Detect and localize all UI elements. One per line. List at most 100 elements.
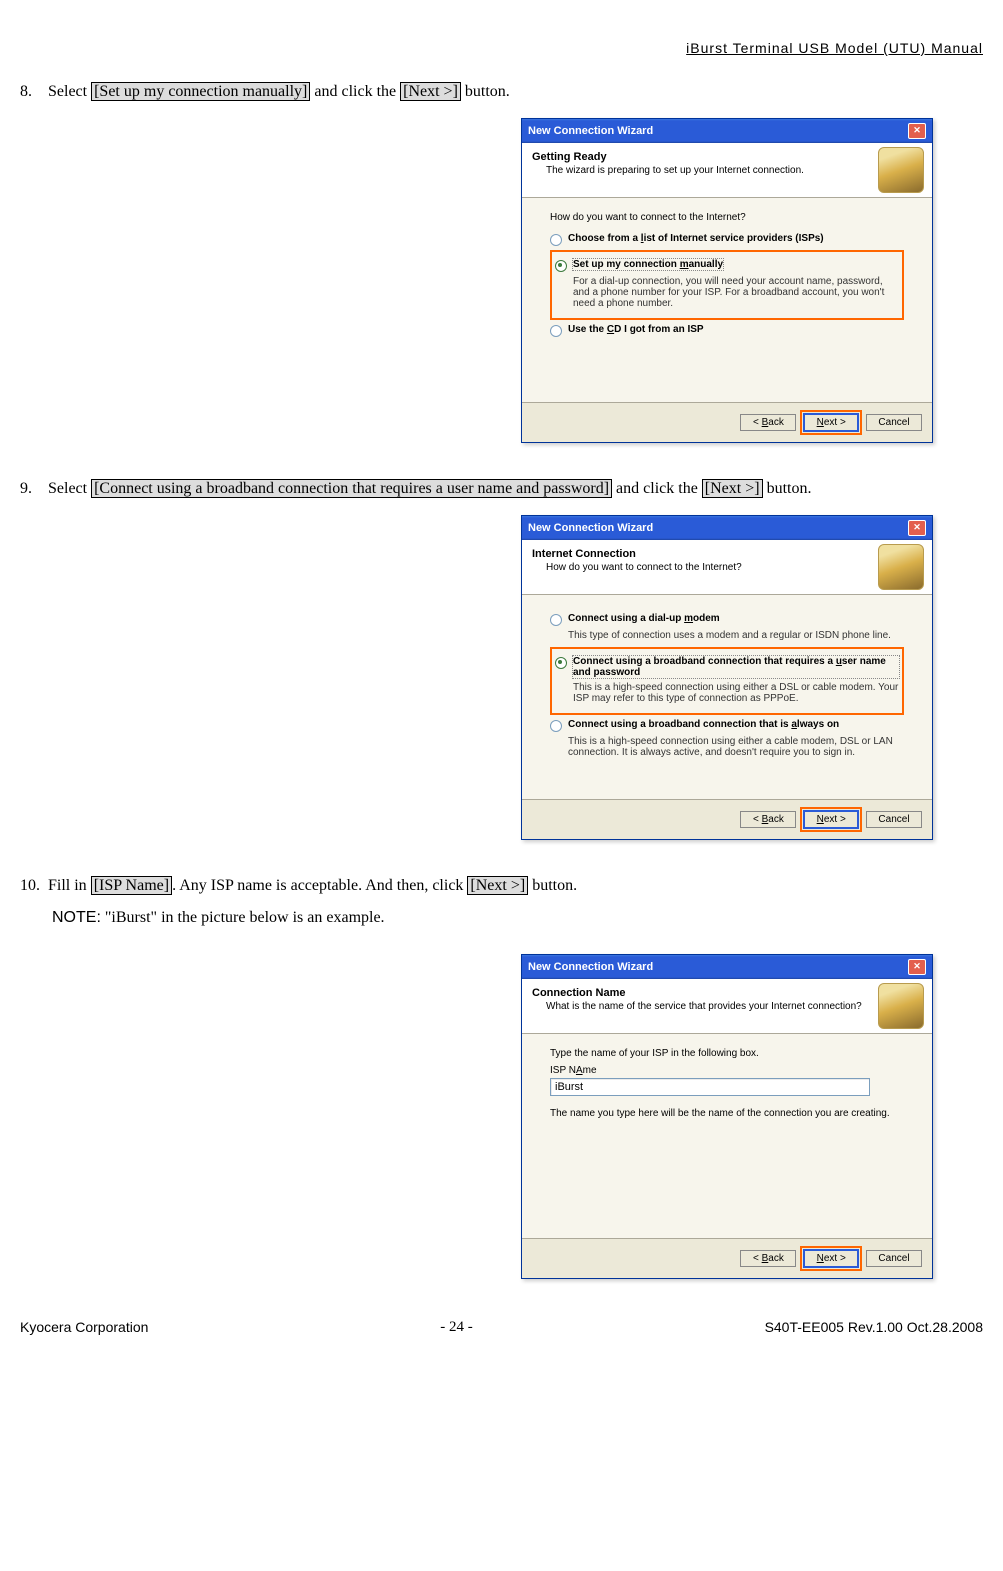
wizard-1: New Connection Wizard ✕ Getting Ready Th… (521, 118, 933, 443)
footer-left: Kyocera Corporation (20, 1319, 148, 1336)
wizard-title: New Connection Wizard (528, 522, 653, 534)
wizard-question: How do you want to connect to the Intern… (550, 212, 904, 223)
step-10: 10.Fill in [ISP Name]. Any ISP name is a… (20, 870, 983, 1279)
step9-highlight1: [Connect using a broadband connection th… (91, 479, 612, 498)
radio-always-on[interactable]: Connect using a broadband connection tha… (550, 719, 904, 732)
step9-text2: and click the (612, 480, 702, 497)
step8-highlight1: [Set up my connection manually] (91, 82, 310, 101)
radio-broadband-login[interactable]: Connect using a broadband connection tha… (555, 656, 899, 678)
wizard-body: Type the name of your ISP in the followi… (522, 1034, 932, 1238)
step8-text3: button. (461, 83, 510, 100)
wizard-title: New Connection Wizard (528, 961, 653, 973)
step-8: 8.Select [Set up my connection manually]… (20, 76, 983, 443)
opt2-u: m (680, 259, 689, 270)
note-label: NOTE: (52, 909, 101, 926)
radio-icon (550, 720, 562, 732)
radio-cd[interactable]: Use the CD I got from an ISP (550, 324, 904, 337)
wizard-2: New Connection Wizard ✕ Internet Connect… (521, 515, 933, 840)
wizard-footer: < Back Next > Cancel (522, 1238, 932, 1278)
step8-text1: Select (48, 83, 91, 100)
wizard-footer: < Back Next > Cancel (522, 402, 932, 442)
step9-highlight2: [Next >] (702, 479, 763, 498)
highlight-broadband-option: Connect using a broadband connection tha… (550, 647, 904, 715)
radio-broadband-login-desc: This is a high-speed connection using ei… (573, 682, 899, 704)
wizard-titlebar: New Connection Wizard ✕ (522, 516, 932, 540)
note-text: "iBurst" in the picture below is an exam… (101, 909, 385, 926)
step-9: 9.Select [Connect using a broadband conn… (20, 473, 983, 840)
step9-text1: Select (48, 480, 91, 497)
radio-icon (555, 657, 567, 669)
wizard-header: Connection Name What is the name of the … (522, 979, 932, 1034)
step10-highlight1: [ISP Name] (91, 876, 172, 895)
wizard-step-subtitle: The wizard is preparing to set up your I… (546, 165, 922, 176)
radio-icon (555, 260, 567, 272)
wizard-header-icon (878, 983, 924, 1029)
wizard-titlebar: New Connection Wizard ✕ (522, 119, 932, 143)
step-number: 10. (20, 870, 48, 902)
opt2-a: Connect using a broadband connection tha… (573, 656, 836, 667)
isp-prompt: Type the name of your ISP in the followi… (550, 1048, 904, 1059)
cancel-button[interactable]: Cancel (866, 1250, 922, 1267)
opt1-b: odem (693, 613, 720, 624)
wizard-step-subtitle: How do you want to connect to the Intern… (546, 562, 922, 573)
radio-isp-list[interactable]: Choose from a list of Internet service p… (550, 233, 904, 246)
page-number: - 24 - (440, 1319, 473, 1336)
step8-highlight2: [Next >] (400, 82, 461, 101)
radio-icon (550, 325, 562, 337)
isp-name-label: ISP NAme (550, 1065, 904, 1076)
step9-text3: button. (763, 480, 812, 497)
footer-right: S40T-EE005 Rev.1.00 Oct.28.2008 (765, 1319, 983, 1336)
step-number: 9. (20, 473, 48, 505)
radio-icon (550, 614, 562, 626)
radio-icon (550, 234, 562, 246)
page-footer: Kyocera Corporation - 24 - S40T-EE005 Re… (20, 1319, 983, 1336)
wizard-body: How do you want to connect to the Intern… (522, 198, 932, 402)
opt1-b: ist of Internet service providers (ISPs) (644, 233, 824, 244)
back-button[interactable]: < Back (740, 414, 796, 431)
back-button[interactable]: < Back (740, 811, 796, 828)
opt3-b: lways on (797, 719, 839, 730)
highlight-manual-option: Set up my connection manually For a dial… (550, 250, 904, 320)
next-button[interactable]: Next > (803, 810, 859, 829)
radio-manual[interactable]: Set up my connection manually (555, 259, 899, 272)
radio-dialup-desc: This type of connection uses a modem and… (568, 630, 904, 641)
wizard-step-title: Connection Name (532, 987, 922, 999)
page-header: iBurst Terminal USB Model (UTU) Manual (20, 40, 983, 56)
opt2-a: Set up my connection (573, 259, 680, 270)
opt1-u: m (684, 613, 693, 624)
opt3-b: D I got from an ISP (614, 324, 703, 335)
radio-manual-desc: For a dial-up connection, you will need … (573, 276, 899, 309)
wizard-footer: < Back Next > Cancel (522, 799, 932, 839)
radio-always-on-desc: This is a high-speed connection using ei… (568, 736, 904, 758)
wizard-header: Internet Connection How do you want to c… (522, 540, 932, 595)
isp-name-input[interactable]: iBurst (550, 1078, 870, 1096)
next-button[interactable]: Next > (803, 413, 859, 432)
opt2-b: anually (689, 259, 723, 270)
close-icon[interactable]: ✕ (908, 123, 926, 139)
step10-text2: . Any ISP name is acceptable. And then, … (172, 877, 467, 894)
next-button[interactable]: Next > (803, 1249, 859, 1268)
step-number: 8. (20, 76, 48, 108)
step10-text3: button. (528, 877, 577, 894)
opt3-a: Connect using a broadband connection tha… (568, 719, 791, 730)
close-icon[interactable]: ✕ (908, 959, 926, 975)
wizard-3: New Connection Wizard ✕ Connection Name … (521, 954, 933, 1279)
wizard-body: Connect using a dial-up modem This type … (522, 595, 932, 799)
step10-text1: Fill in (48, 877, 91, 894)
close-icon[interactable]: ✕ (908, 520, 926, 536)
wizard-step-subtitle: What is the name of the service that pro… (546, 1001, 922, 1012)
radio-dialup[interactable]: Connect using a dial-up modem (550, 613, 904, 626)
opt1-a: Choose from a (568, 233, 641, 244)
wizard-header: Getting Ready The wizard is preparing to… (522, 143, 932, 198)
wizard-step-title: Getting Ready (532, 151, 922, 163)
opt3-a: Use the (568, 324, 607, 335)
wizard-header-icon (878, 544, 924, 590)
back-button[interactable]: < Back (740, 1250, 796, 1267)
cancel-button[interactable]: Cancel (866, 414, 922, 431)
wizard-step-title: Internet Connection (532, 548, 922, 560)
wizard-title: New Connection Wizard (528, 125, 653, 137)
wizard-titlebar: New Connection Wizard ✕ (522, 955, 932, 979)
wizard-header-icon (878, 147, 924, 193)
step8-text2: and click the (310, 83, 400, 100)
cancel-button[interactable]: Cancel (866, 811, 922, 828)
